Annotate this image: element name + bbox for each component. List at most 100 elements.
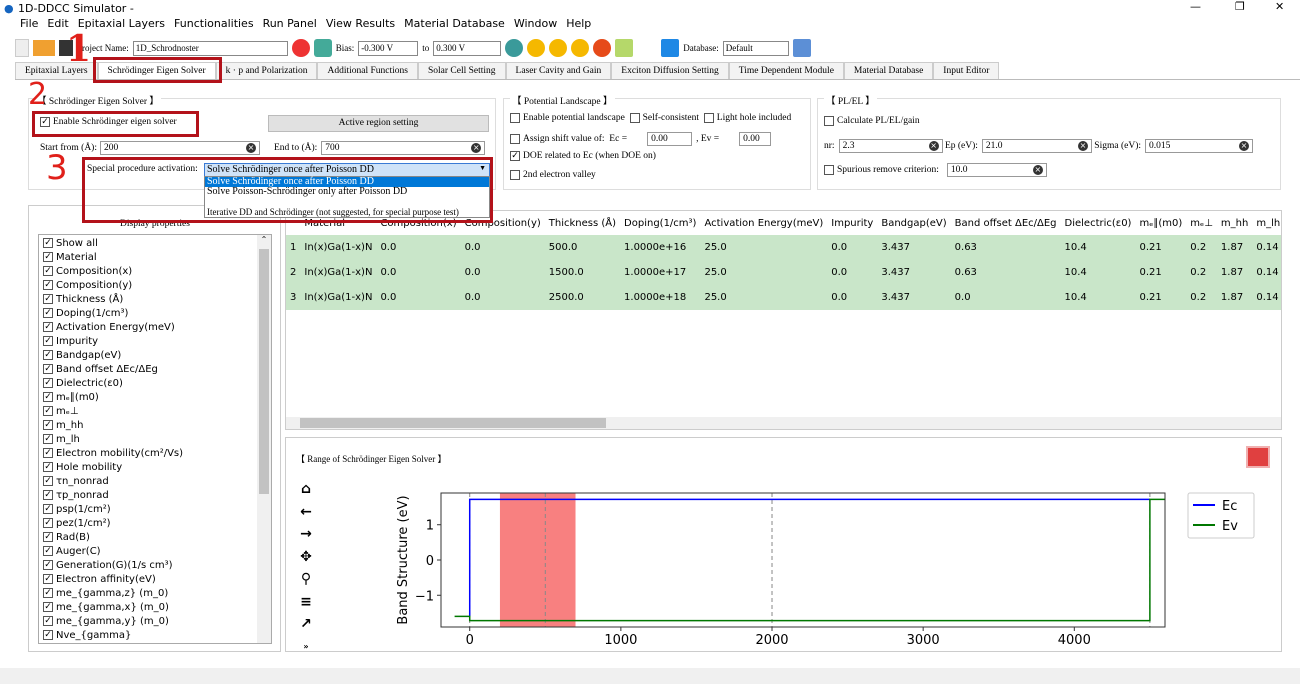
stop-icon[interactable] (593, 39, 612, 57)
dropdown-option[interactable]: Iterative DD and Schrödinger (not sugges… (205, 207, 489, 217)
menu-file[interactable]: File (20, 17, 38, 35)
property-checkbox[interactable]: ✓ Composition(y) (39, 278, 271, 292)
dropdown-option[interactable]: Solve Poisson-Schrödinger only after Poi… (205, 187, 489, 199)
open-folder-icon[interactable] (33, 40, 55, 56)
table-cell[interactable]: 1500.0 (545, 260, 620, 285)
property-checkbox[interactable]: ✓ Activation Energy(meV) (39, 320, 271, 334)
table-cell[interactable]: 3.437 (877, 260, 950, 285)
bar-chart-icon[interactable] (1246, 446, 1270, 468)
table-cell[interactable]: 0.14 (1252, 235, 1281, 260)
table-cell[interactable]: 3.437 (877, 285, 950, 310)
table-row[interactable]: 1 In(x)Ga(1-x)N 0.0 0.0 500.0 1.0000e+16 25.0 0… (286, 235, 1281, 260)
zoom-icon[interactable]: ⚲ (296, 568, 316, 591)
project-name-input[interactable]: 1D_Schrodnoster (132, 40, 288, 56)
table-row[interactable]: 2 In(x)Ga(1-x)N 0.0 0.0 1500.0 1.0000e+17 25.0… (286, 260, 1281, 285)
tab-3[interactable]: Additional Functions (317, 62, 418, 79)
table-cell[interactable]: 0.2 (1186, 235, 1217, 260)
table-cell[interactable]: 25.0 (700, 260, 827, 285)
clear-icon[interactable]: × (471, 143, 482, 153)
table-cell[interactable]: In(x)Ga(1-x)N (300, 260, 376, 285)
horizontal-scrollbar[interactable] (286, 417, 1281, 429)
spurious-input[interactable]: 10.0 × (946, 163, 1047, 177)
property-checkbox[interactable]: ✓ Thickness (Å) (39, 292, 271, 306)
bias-from-spinbox[interactable]: -0.300 V (358, 40, 419, 56)
maximize-button[interactable]: ❐ (1235, 0, 1245, 13)
property-checkbox[interactable]: ✓ Electron affinity(eV) (39, 572, 271, 586)
row-number[interactable]: 3 (286, 285, 300, 310)
menu-material-database[interactable]: Material Database (404, 17, 505, 35)
menu-functionalities[interactable]: Functionalities (174, 17, 254, 35)
row-number[interactable]: 1 (286, 235, 300, 260)
table-cell[interactable]: 0.63 (951, 235, 1061, 260)
column-header[interactable]: Band offset ΔEc/ΔEg (951, 211, 1061, 235)
table-cell[interactable]: In(x)Ga(1-x)N (300, 285, 376, 310)
property-checkbox[interactable]: ✓ Nve_{gamma} (39, 628, 271, 642)
property-checkbox[interactable]: ✓ mₑ⊥ (39, 404, 271, 418)
spurious-checkbox[interactable]: Spurious remove criterion: (824, 164, 939, 175)
run-icon[interactable] (527, 39, 546, 57)
assign-shift-checkbox[interactable]: Assign shift value of: (510, 133, 605, 144)
end-to-input[interactable]: 700 × (321, 141, 486, 155)
property-checkbox[interactable]: ✓ Material (39, 250, 271, 264)
property-checkbox[interactable]: ✓ Rad(B) (39, 530, 271, 544)
menu-view-results[interactable]: View Results (326, 17, 395, 35)
tab-6[interactable]: Exciton Diffusion Setting (611, 62, 729, 79)
sigma-input[interactable]: 0.015 × (1145, 139, 1253, 153)
database-refresh-icon[interactable] (792, 39, 811, 57)
table-cell[interactable]: 25.0 (700, 285, 827, 310)
column-header[interactable]: m_lh (1252, 211, 1281, 235)
column-header[interactable]: Impurity (827, 211, 877, 235)
property-checkbox[interactable]: ✓ Show all (39, 236, 271, 250)
property-checkbox[interactable]: ✓ mₑ∥(m0) (39, 390, 271, 404)
property-checkbox[interactable]: ✓ Band offset ΔEc/ΔEg (39, 362, 271, 376)
column-header[interactable]: m_hh (1217, 211, 1252, 235)
table-cell[interactable]: 0.0 (376, 285, 460, 310)
table-row[interactable]: 3 In(x)Ga(1-x)N 0.0 0.0 2500.0 1.0000e+18 25.0… (286, 285, 1281, 310)
nr-input[interactable]: 2.3 × (838, 139, 943, 153)
table-cell[interactable]: 0.0 (376, 235, 460, 260)
property-checkbox[interactable]: ✓ m_hh (39, 418, 271, 432)
edit-axis-icon[interactable]: ↗ (296, 613, 316, 636)
second-valley-checkbox[interactable]: 2nd electron valley (510, 170, 596, 180)
column-header[interactable]: Dielectric(ε0) (1061, 211, 1136, 235)
property-checkbox[interactable]: ✓ Electron mobility(cm²/Vs) (39, 446, 271, 460)
run-batch-icon[interactable] (571, 39, 590, 57)
table-cell[interactable]: 10.4 (1061, 260, 1136, 285)
table-cell[interactable]: 1.0000e+16 (620, 235, 700, 260)
bias-to-spinbox[interactable]: 0.300 V (433, 40, 502, 56)
tab-2[interactable]: k · p and Polarization (215, 62, 318, 79)
table-cell[interactable]: 1.87 (1217, 260, 1252, 285)
start-from-input[interactable]: 200 × (100, 141, 260, 155)
table-cell[interactable]: 0.0 (376, 260, 460, 285)
table-cell[interactable]: 0.21 (1135, 285, 1186, 310)
column-header[interactable]: Activation Energy(meV) (700, 211, 827, 235)
table-cell[interactable]: 500.0 (545, 235, 620, 260)
table-cell[interactable]: 0.0 (461, 285, 545, 310)
tab-9[interactable]: Input Editor (933, 62, 1000, 79)
property-checkbox[interactable]: ✓ me_{gamma,x} (m_0) (39, 600, 271, 614)
property-checkbox[interactable]: ✓ Auger(C) (39, 544, 271, 558)
enable-potential-checkbox[interactable]: Enable potential landscape (510, 113, 625, 123)
refresh-icon[interactable] (291, 39, 310, 57)
table-cell[interactable]: 0.0 (827, 260, 877, 285)
minimize-button[interactable]: — (1190, 0, 1201, 13)
doe-checkbox[interactable]: ✓ DOE related to Ec (when DOE on) (510, 151, 656, 161)
active-region-setting-button[interactable]: Active region setting (268, 115, 489, 132)
table-cell[interactable]: 10.4 (1061, 235, 1136, 260)
property-checkbox[interactable]: ✓ me_{gamma,z} (m_0) (39, 586, 271, 600)
property-checkbox[interactable]: ✓ Generation(G)(1/s cm³) (39, 558, 271, 572)
table-cell[interactable]: 0.14 (1252, 260, 1281, 285)
home-icon[interactable]: ⌂ (296, 478, 316, 501)
ev-spinbox[interactable]: 0.00 (739, 132, 772, 146)
menu-window[interactable]: Window (514, 17, 557, 35)
table-cell[interactable]: 0.0 (827, 285, 877, 310)
clean-icon[interactable] (615, 39, 634, 57)
database-input[interactable]: Default (722, 40, 789, 56)
forward-icon[interactable]: → (296, 523, 316, 546)
calculate-plel-checkbox[interactable]: Calculate PL/EL/gain (824, 116, 920, 126)
table-cell[interactable]: 25.0 (700, 235, 827, 260)
scrollbar-thumb[interactable] (300, 418, 606, 428)
tab-5[interactable]: Laser Cavity and Gain (505, 62, 612, 79)
table-cell[interactable]: 0.14 (1252, 285, 1281, 310)
back-icon[interactable]: ← (296, 501, 316, 524)
